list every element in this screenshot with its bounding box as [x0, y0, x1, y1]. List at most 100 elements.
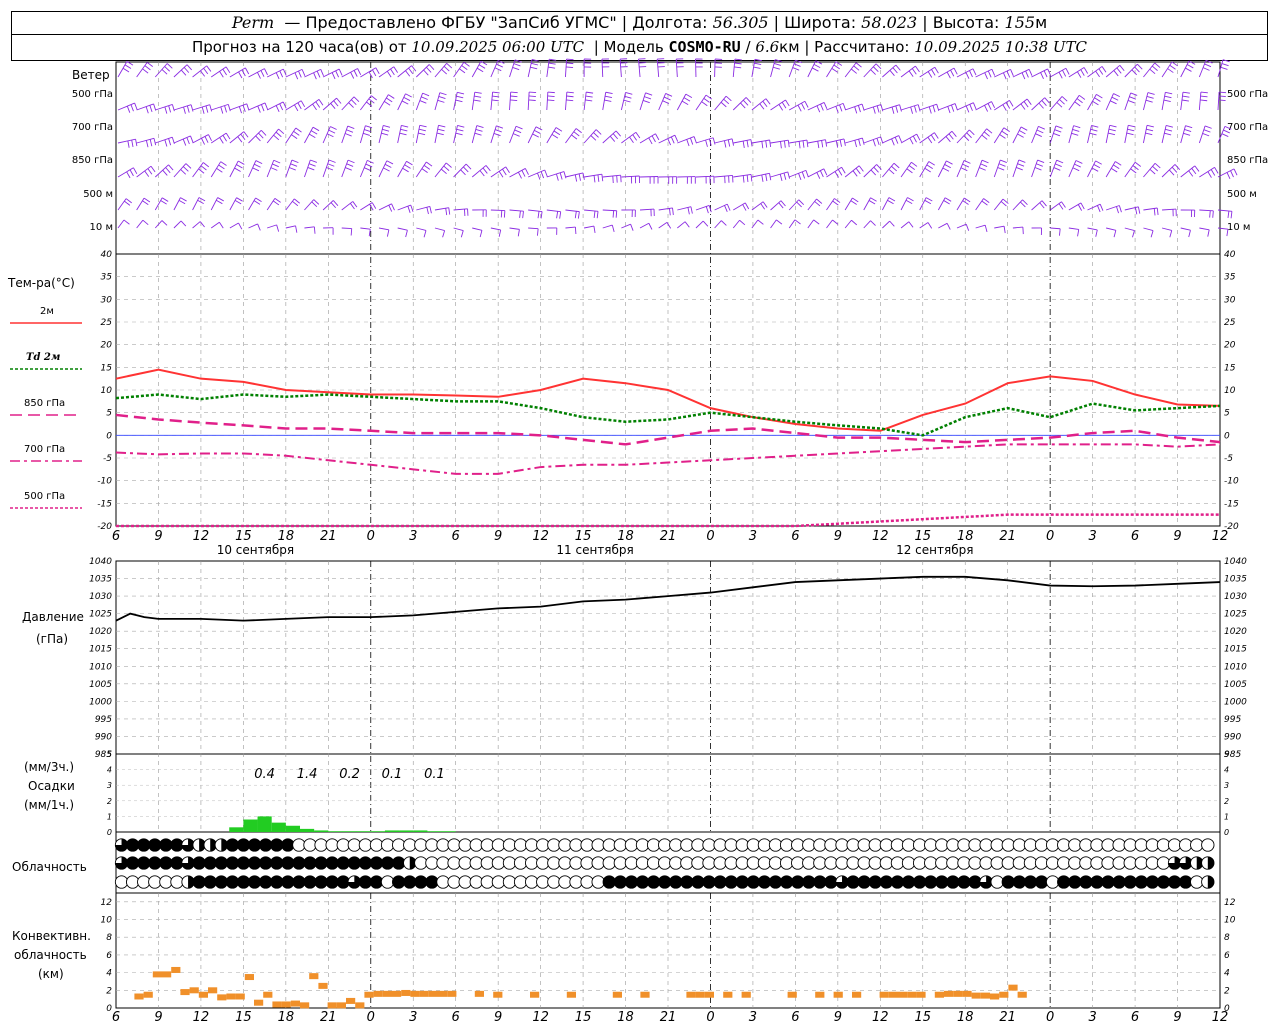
wind-barb	[285, 225, 298, 233]
wind-barb	[472, 209, 487, 217]
wind-barb	[416, 205, 432, 215]
precip-bar	[300, 828, 315, 832]
cloud-symbol	[525, 875, 539, 889]
cloud-symbol	[768, 875, 783, 889]
wind-barb	[714, 175, 734, 184]
cloud-symbol	[236, 875, 251, 889]
temp-ytick-right: 0	[1224, 431, 1230, 441]
conv-cloud-bar	[309, 973, 319, 980]
cloud-symbol	[658, 838, 672, 852]
cloud-symbol	[392, 856, 406, 870]
pres-ytick-left: 1005	[89, 680, 112, 690]
conv-cloud-bar	[235, 993, 245, 1000]
wind-barb	[173, 104, 194, 114]
precip-bar	[243, 819, 258, 832]
conv-cloud-bar	[336, 1002, 346, 1009]
wind-barb	[229, 197, 243, 211]
cloud-symbol	[602, 875, 616, 889]
conv-ytick-right: 4	[1224, 969, 1230, 979]
x-tick-label-bottom: 3	[1088, 1010, 1096, 1024]
cloud-symbol	[292, 838, 306, 852]
x-tick-label-bottom: 9	[494, 1010, 502, 1024]
wind-barb	[490, 125, 504, 144]
conv-cloud-bar	[346, 997, 356, 1004]
cloud-symbol	[125, 856, 140, 870]
wind-barb	[619, 58, 628, 78]
cloud-symbol	[513, 856, 528, 870]
cloud-symbol	[458, 875, 472, 889]
wind-barb	[267, 224, 280, 232]
wind-barb	[583, 129, 602, 144]
cloud-symbol	[746, 856, 760, 870]
cloud-symbol	[1101, 875, 1115, 889]
wind-barb	[1124, 63, 1143, 78]
wind-barb	[733, 174, 753, 183]
cloud-symbol	[281, 875, 295, 889]
cloud-symbol	[713, 838, 727, 852]
wind-barb	[453, 124, 465, 144]
cloud-symbol	[1068, 856, 1082, 870]
cloud-symbol	[1178, 856, 1193, 870]
cloud-symbol	[281, 856, 295, 870]
cloud-symbol	[1023, 875, 1038, 889]
cloud-symbol	[1190, 856, 1204, 870]
conv-cloud-bar	[530, 991, 540, 998]
cloud-symbol	[403, 838, 417, 852]
cloud-symbol	[469, 856, 483, 870]
pres-ytick-right: 1020	[1224, 627, 1247, 637]
conv-cloud-bar	[189, 987, 199, 994]
wind-barb	[1031, 97, 1050, 111]
wind-barb	[1143, 227, 1154, 238]
wind-barb	[882, 197, 896, 211]
cloud-symbol	[1079, 875, 1093, 889]
wind-barb	[1012, 98, 1032, 111]
x-tick-label-top: 18	[617, 529, 634, 544]
wind-barb	[378, 66, 399, 78]
conv-ytick-right: 10	[1224, 916, 1236, 926]
wind-barb	[341, 201, 358, 211]
wind-barb	[826, 102, 847, 114]
cloud-symbol	[569, 856, 583, 870]
wind-barb	[173, 220, 187, 229]
cloud-symbol	[114, 875, 129, 889]
wind-barb	[527, 126, 543, 144]
conv-ytick-left: 2	[106, 986, 112, 996]
x-tick-label-top: 21	[660, 529, 677, 544]
conv-cloud-bar	[382, 990, 392, 997]
cloud-symbol	[325, 856, 339, 870]
x-tick-label-bottom: 18	[957, 1010, 974, 1024]
cloud-symbol	[1201, 875, 1215, 889]
wind-barb	[975, 101, 996, 112]
cloud-symbol	[181, 838, 195, 852]
cloud-symbol	[425, 875, 439, 889]
conv-cloud-bar	[134, 993, 144, 1000]
wind-barb	[956, 160, 971, 178]
conv-cloud-bar	[290, 1000, 300, 1007]
x-tick-label-top: 15	[914, 529, 931, 544]
wind-barb	[546, 171, 567, 181]
wind-barb	[1143, 62, 1161, 78]
cloud-symbol	[879, 838, 894, 852]
wind-barb	[546, 227, 558, 235]
cloud-symbol	[924, 856, 938, 870]
cloud-symbol	[1079, 856, 1093, 870]
wind-barb	[882, 104, 902, 114]
conv-cloud-bar	[180, 989, 190, 996]
precip-bar	[441, 831, 456, 832]
wind-barb	[229, 222, 243, 230]
cloud-symbol	[181, 875, 195, 889]
cloud-symbol	[447, 875, 461, 889]
wind-barb	[788, 100, 809, 112]
wind-barb	[378, 203, 395, 212]
cloud-symbol	[613, 838, 627, 852]
temp-ytick-right: -20	[1224, 522, 1239, 532]
cloud-symbol	[369, 875, 384, 889]
cloud-symbol	[1134, 838, 1148, 852]
wind-barb	[938, 67, 958, 79]
pres-ytick-left: 995	[95, 715, 112, 725]
cloud-symbol	[314, 838, 328, 852]
cloud-symbol	[835, 875, 849, 889]
wind-barb	[509, 125, 523, 144]
wind-barb	[584, 173, 604, 183]
cloud-symbol	[912, 875, 927, 889]
